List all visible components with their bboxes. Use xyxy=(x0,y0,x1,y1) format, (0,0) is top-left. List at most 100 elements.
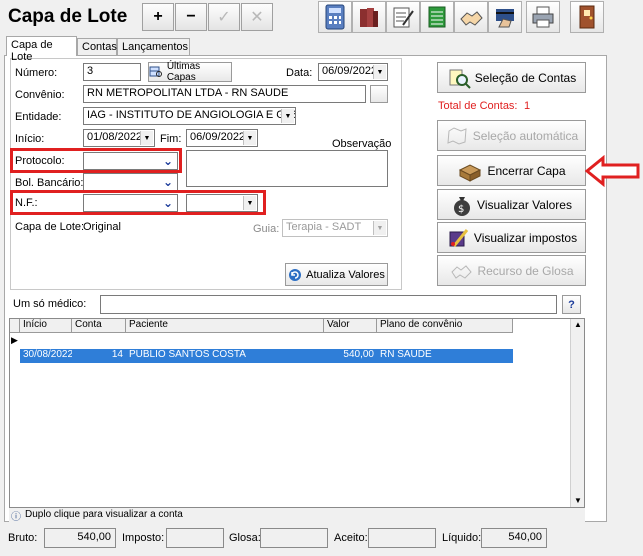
vertical-scrollbar[interactable]: ▲ ▼ xyxy=(570,319,584,507)
guia-value: Terapia - SADT xyxy=(286,221,362,233)
scroll-up-icon[interactable]: ▲ xyxy=(574,320,582,329)
visualizar-impostos-button[interactable]: Visualizar impostos xyxy=(437,222,586,253)
info-icon: ⓘ xyxy=(11,512,21,523)
remove-button[interactable]: − xyxy=(175,3,207,31)
column-header-paciente[interactable]: Paciente xyxy=(126,319,324,333)
liquido-label: Líquido: xyxy=(442,532,482,544)
cancel-button[interactable]: ✕ xyxy=(241,3,273,31)
atualiza-valores-label: Atualiza Valores xyxy=(306,268,385,281)
tab-lancamentos[interactable]: Lançamentos xyxy=(117,38,190,55)
imposto-value xyxy=(166,528,224,548)
add-button[interactable]: + xyxy=(142,3,174,31)
help-button[interactable]: ? xyxy=(562,295,581,314)
confirm-button[interactable]: ✓ xyxy=(208,3,240,31)
chevron-down-icon[interactable]: ▼ xyxy=(373,221,386,235)
grid-corner xyxy=(10,319,20,333)
bruto-label: Bruto: xyxy=(8,532,38,544)
calculator-icon[interactable] xyxy=(318,1,352,33)
selecao-contas-button[interactable]: Seleção de Contas xyxy=(437,62,586,93)
nf-label: N.F.: xyxy=(15,197,38,209)
selecao-automatica-button[interactable]: Seleção automática xyxy=(437,120,586,151)
recurso-glosa-button[interactable]: Recurso de Glosa xyxy=(437,255,586,286)
nf-serie-dropdown[interactable]: ▼ xyxy=(186,194,258,212)
encerrar-capa-button[interactable]: Encerrar Capa xyxy=(437,155,586,186)
atualiza-valores-button[interactable]: Atualiza Valores xyxy=(285,263,388,286)
liquido-value: 540,00 xyxy=(481,528,547,548)
printer-icon[interactable] xyxy=(526,1,560,33)
numero-input[interactable]: 3 xyxy=(83,63,141,81)
column-header-conta[interactable]: Conta xyxy=(72,319,126,333)
card-payment-icon[interactable] xyxy=(488,1,522,33)
capa-de-lote-label: Capa de Lote: xyxy=(15,221,85,233)
document-edit-icon[interactable] xyxy=(386,1,420,33)
protocolo-dropdown[interactable]: ⌄ xyxy=(83,152,178,170)
contas-grid[interactable]: Início Conta Paciente Valor Plano de con… xyxy=(9,318,585,508)
spreadsheet-icon[interactable] xyxy=(420,1,454,33)
bol-bancario-label: Bol. Bancário: xyxy=(15,177,84,189)
inicio-label: Início: xyxy=(15,133,45,145)
entidade-value: IAG - INSTITUTO DE ANGIOLOGIA E GASTI xyxy=(87,109,296,121)
cell-valor: 540,00 xyxy=(324,349,377,363)
visualizar-valores-button[interactable]: $ Visualizar Valores xyxy=(437,189,586,220)
column-header-plano[interactable]: Plano de convênio xyxy=(377,319,513,333)
medico-input[interactable] xyxy=(100,295,557,314)
data-dropdown[interactable]: 06/09/2022 ▼ xyxy=(318,63,388,81)
archive-box-icon xyxy=(459,163,482,182)
fim-label: Fim: xyxy=(160,133,182,145)
exit-door-icon[interactable] xyxy=(570,1,604,33)
aceito-value xyxy=(368,528,436,548)
observacao-textarea[interactable] xyxy=(186,150,388,187)
entidade-label: Entidade: xyxy=(15,111,62,123)
chevron-down-icon[interactable]: ▼ xyxy=(243,131,256,145)
handshake-icon xyxy=(451,264,473,279)
chevron-down-icon[interactable]: ▼ xyxy=(243,196,256,210)
capa-de-lote-value: Original xyxy=(83,221,121,233)
ultimas-capas-button[interactable]: Últimas Capas xyxy=(148,61,232,83)
search-documents-icon xyxy=(449,69,471,89)
fim-value: 06/09/2022 xyxy=(190,131,246,143)
handshake-icon[interactable] xyxy=(454,1,488,33)
inicio-value: 01/08/2022 xyxy=(87,131,143,143)
tab-contas[interactable]: Contas xyxy=(77,38,117,55)
medico-label: Um só médico: xyxy=(13,298,87,310)
entidade-dropdown[interactable]: IAG - INSTITUTO DE ANGIOLOGIA E GASTI ▼ xyxy=(83,107,296,125)
visualizar-impostos-label: Visualizar impostos xyxy=(473,230,578,245)
convenio-lookup-button[interactable] xyxy=(370,85,388,103)
selecao-contas-label: Seleção de Contas xyxy=(474,70,577,85)
books-icon[interactable] xyxy=(352,1,386,33)
chevron-down-icon[interactable]: ▼ xyxy=(140,131,153,145)
chevron-down-icon[interactable]: ▼ xyxy=(373,65,386,79)
ultimas-capas-label: Últimas Capas xyxy=(166,61,201,83)
cell-plano: RN SAUDE xyxy=(377,349,513,363)
chevron-down-icon[interactable]: ⌄ xyxy=(163,196,173,210)
aceito-label: Aceito: xyxy=(334,532,368,544)
nf-dropdown[interactable]: ⌄ xyxy=(83,194,178,212)
refresh-icon xyxy=(289,268,302,281)
column-header-valor[interactable]: Valor xyxy=(324,319,377,333)
chevron-down-icon[interactable]: ▼ xyxy=(281,109,294,123)
hint-bar: ⓘ Duplo clique para visualizar a conta xyxy=(9,508,585,523)
bol-bancario-dropdown[interactable]: ⌄ xyxy=(83,173,178,191)
map-icon xyxy=(447,126,467,145)
arrow-left-icon xyxy=(585,155,640,187)
total-contas-value: 1 xyxy=(524,100,531,112)
selecao-automatica-label: Seleção automática xyxy=(472,128,579,143)
guia-dropdown[interactable]: Terapia - SADT ▼ xyxy=(282,219,388,237)
data-label: Data: xyxy=(286,67,313,79)
fim-dropdown[interactable]: 06/09/2022 ▼ xyxy=(186,129,258,147)
chevron-down-icon[interactable]: ⌄ xyxy=(163,175,173,189)
column-header-inicio[interactable]: Início xyxy=(20,319,72,333)
cell-paciente: PUBLIO SANTOS COSTA xyxy=(126,349,324,363)
scroll-down-icon[interactable]: ▼ xyxy=(574,496,582,505)
money-bag-icon: $ xyxy=(454,196,471,216)
inicio-dropdown[interactable]: 01/08/2022 ▼ xyxy=(83,129,155,147)
table-row[interactable]: 30/08/2022 14 PUBLIO SANTOS COSTA 540,00… xyxy=(20,334,513,363)
protocolo-label: Protocolo: xyxy=(15,155,65,167)
chevron-down-icon[interactable]: ⌄ xyxy=(163,154,173,168)
convenio-input[interactable]: RN METROPOLITAN LTDA - RN SAUDE xyxy=(83,85,366,103)
tab-capa-de-lote[interactable]: Capa de Lote xyxy=(6,36,77,63)
guia-label: Guia: xyxy=(253,223,280,235)
observacao-label: Observação xyxy=(332,138,392,150)
convenio-label: Convênio: xyxy=(15,89,65,101)
visualizar-valores-label: Visualizar Valores xyxy=(477,197,572,212)
